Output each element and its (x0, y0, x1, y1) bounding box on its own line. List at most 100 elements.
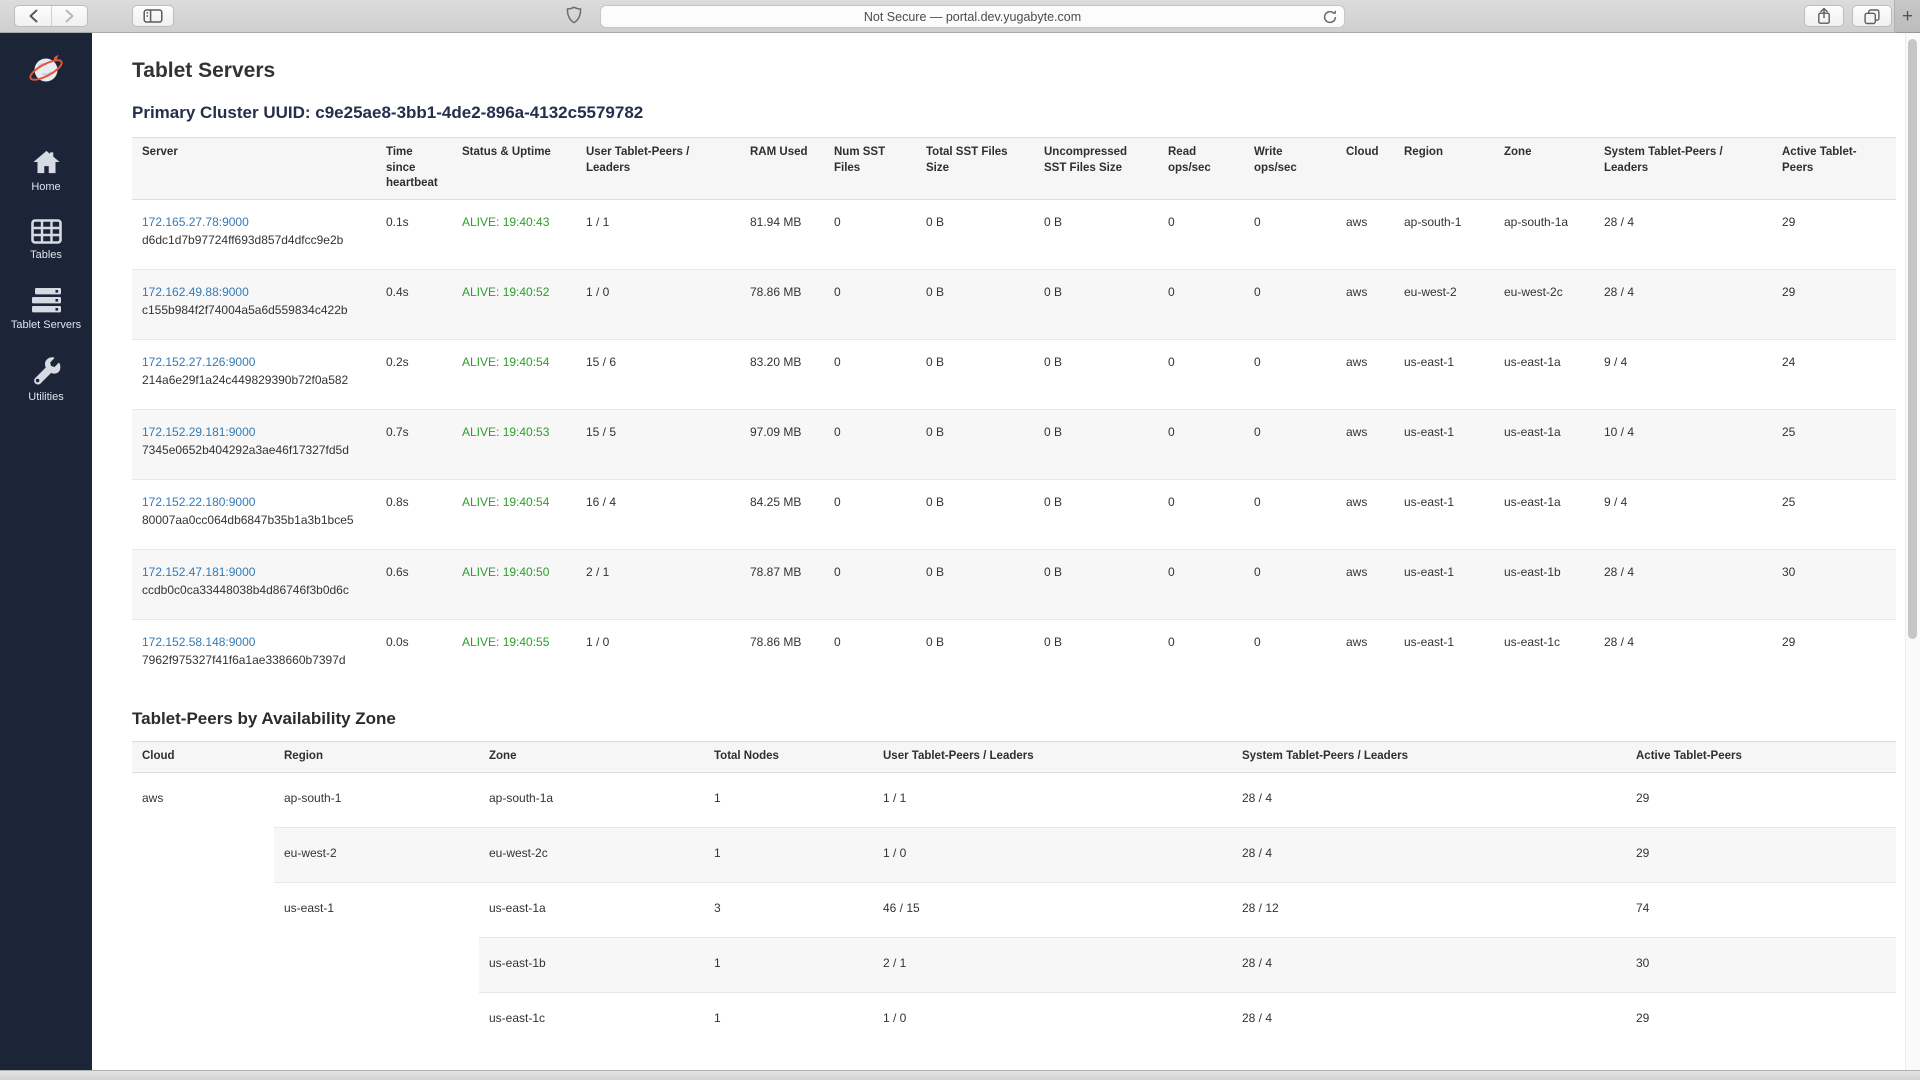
sidebar-item-home[interactable]: Home (0, 148, 92, 193)
toolbar-right-buttons (1804, 5, 1892, 27)
cell-system-peers: 28 / 4 (1232, 827, 1626, 882)
server-link[interactable]: 172.162.49.88:9000 (142, 285, 249, 299)
az-table: Cloud Region Zone Total Nodes User Table… (132, 741, 1896, 1047)
wrench-icon (32, 357, 61, 386)
sidebar-item-tables[interactable]: Tables (0, 219, 92, 261)
cell-active-peers: 30 (1772, 549, 1896, 619)
server-link[interactable]: 172.152.58.148:9000 (142, 635, 255, 649)
cell-read-ops: 0 (1158, 199, 1244, 269)
cell-read-ops: 0 (1158, 479, 1244, 549)
cell-region: us-east-1 (1394, 549, 1494, 619)
table-row: 172.152.29.181:9000 7345e0652b404292a3ae4… (132, 409, 1896, 479)
new-tab-button[interactable]: + (1894, 0, 1920, 33)
cell-region: us-east-1 (1394, 339, 1494, 409)
cell-active-peers: 25 (1772, 479, 1896, 549)
cell-write-ops: 0 (1244, 339, 1336, 409)
cell-uncomp-sst: 0 B (1034, 199, 1158, 269)
cell-total-sst: 0 B (916, 409, 1034, 479)
cell-cloud: aws (1336, 479, 1394, 549)
plus-icon: + (1902, 6, 1913, 28)
tables-icon (31, 219, 62, 244)
server-link[interactable]: 172.152.47.181:9000 (142, 565, 255, 579)
cell-user-peers: 1 / 1 (576, 199, 740, 269)
col-header-user-peers: User Tablet-Peers / Leaders (576, 138, 740, 200)
cell-num-sst: 0 (824, 269, 916, 339)
address-bar[interactable]: Not Secure — portal.dev.yugabyte.com (600, 5, 1345, 28)
cell-num-sst: 0 (824, 479, 916, 549)
cell-read-ops: 0 (1158, 339, 1244, 409)
cell-system-peers: 28 / 12 (1232, 882, 1626, 937)
server-link[interactable]: 172.152.22.180:9000 (142, 495, 255, 509)
cell-uncomp-sst: 0 B (1034, 339, 1158, 409)
cell-total-nodes: 1 (704, 772, 873, 827)
cell-total-nodes: 1 (704, 992, 873, 1047)
cell-user-peers: 15 / 5 (576, 409, 740, 479)
cell-read-ops: 0 (1158, 619, 1244, 689)
cell-num-sst: 0 (824, 339, 916, 409)
cell-active-peers: 29 (1626, 992, 1896, 1047)
cell-active-peers: 29 (1772, 199, 1896, 269)
privacy-shield-icon[interactable] (566, 6, 582, 31)
cell-total-sst: 0 B (916, 619, 1034, 689)
yugabyte-logo-icon[interactable] (25, 49, 67, 96)
scrollbar-thumb[interactable] (1908, 39, 1917, 639)
col-header-region: Region (274, 742, 479, 773)
cell-server: 172.152.58.148:9000 7962f975327f41f6a1ae3… (132, 619, 376, 689)
cell-zone: us-east-1b (479, 937, 704, 992)
window-bottom-bar (0, 1070, 1920, 1080)
cell-ram: 97.09 MB (740, 409, 824, 479)
col-header-zone: Zone (1494, 138, 1594, 200)
cell-zone: us-east-1c (479, 992, 704, 1047)
sidebar-item-tablet-servers[interactable]: Tablet Servers (0, 287, 92, 331)
server-uuid: 7962f975327f41f6a1ae338660b7397d (142, 651, 366, 669)
cell-system-peers: 28 / 4 (1594, 549, 1772, 619)
cell-server: 172.152.22.180:900080007aa0cc064db6847b3… (132, 479, 376, 549)
forward-button[interactable] (51, 6, 87, 26)
col-header-cloud: Cloud (132, 742, 274, 773)
table-row: 172.152.47.181:9000 ccdb0c0ca33448038b4d8… (132, 549, 1896, 619)
col-header-ram: RAM Used (740, 138, 824, 200)
cell-write-ops: 0 (1244, 409, 1336, 479)
server-uuid: 7345e0652b404292a3ae46f17327fd5d (142, 441, 366, 459)
sidebar-item-label: Utilities (28, 391, 63, 403)
cell-active-peers: 29 (1626, 772, 1896, 827)
cell-heartbeat: 0.7s (376, 409, 452, 479)
vertical-scrollbar (1905, 33, 1920, 1070)
sidebar-item-label: Tablet Servers (11, 319, 81, 331)
cell-ram: 81.94 MB (740, 199, 824, 269)
cell-zone: ap-south-1a (479, 772, 704, 827)
cell-total-sst: 0 B (916, 479, 1034, 549)
reload-button[interactable] (1322, 9, 1338, 28)
cell-total-sst: 0 B (916, 269, 1034, 339)
cell-user-peers: 16 / 4 (576, 479, 740, 549)
cell-user-peers: 1 / 0 (576, 619, 740, 689)
cell-zone: us-east-1b (1494, 549, 1594, 619)
cell-user-peers: 1 / 0 (873, 827, 1232, 882)
cell-total-nodes: 1 (704, 937, 873, 992)
server-link[interactable]: 172.165.27.78:9000 (142, 215, 249, 229)
server-uuid: ccdb0c0ca33448038b4d86746f3b0d6c (142, 581, 366, 599)
tab-overview-button[interactable] (1852, 5, 1892, 27)
server-link[interactable]: 172.152.27.126:9000 (142, 355, 255, 369)
main-content: Tablet Servers Primary Cluster UUID: c9e… (92, 33, 1920, 1070)
address-text: Not Secure — portal.dev.yugabyte.com (864, 10, 1081, 24)
cell-system-peers: 10 / 4 (1594, 409, 1772, 479)
cell-read-ops: 0 (1158, 409, 1244, 479)
cell-uncomp-sst: 0 B (1034, 549, 1158, 619)
cell-read-ops: 0 (1158, 549, 1244, 619)
back-button[interactable] (15, 6, 51, 26)
cell-server: 172.165.27.78:9000d6dc1d7b97724ff693d857… (132, 199, 376, 269)
cell-cloud: aws (1336, 339, 1394, 409)
sidebar-toggle-button[interactable] (132, 5, 174, 27)
share-button[interactable] (1804, 5, 1844, 27)
share-icon (1816, 7, 1832, 25)
sidebar-item-utilities[interactable]: Utilities (0, 357, 92, 403)
server-link[interactable]: 172.152.29.181:9000 (142, 425, 255, 439)
col-header-total-nodes: Total Nodes (704, 742, 873, 773)
cell-num-sst: 0 (824, 549, 916, 619)
cell-system-peers: 28 / 4 (1232, 992, 1626, 1047)
chevron-left-icon (28, 9, 39, 23)
cell-system-peers: 9 / 4 (1594, 479, 1772, 549)
cell-cloud: aws (1336, 409, 1394, 479)
cell-ram: 84.25 MB (740, 479, 824, 549)
